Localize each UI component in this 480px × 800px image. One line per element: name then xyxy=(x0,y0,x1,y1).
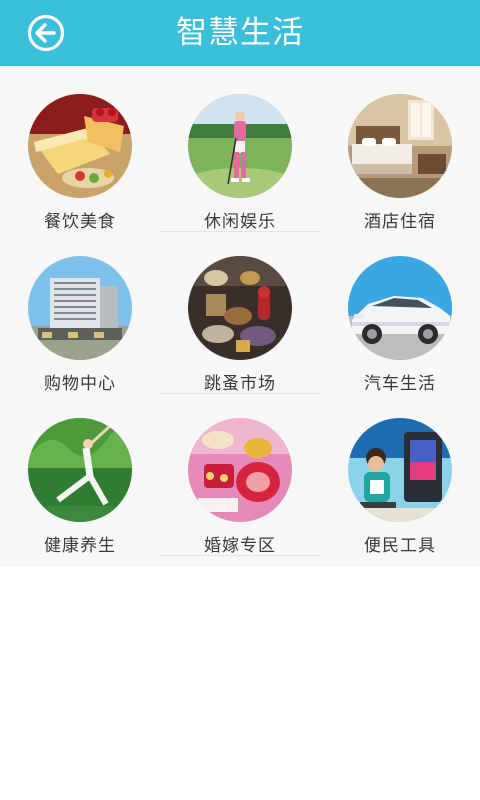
tile-auto[interactable]: 汽车生活 xyxy=(320,228,480,394)
tile-health[interactable]: 健康养生 xyxy=(0,390,160,556)
flea-market-image xyxy=(188,256,292,360)
tile-dining[interactable]: 餐饮美食 xyxy=(0,66,160,232)
app-bar: 智慧生活 xyxy=(0,0,480,66)
tile-divider xyxy=(160,555,320,556)
health-yoga-image xyxy=(28,418,132,522)
leisure-golf-image xyxy=(188,94,292,198)
tile-wedding[interactable]: 婚嫁专区 xyxy=(160,390,320,556)
auto-car-image xyxy=(348,256,452,360)
tile-label: 便民工具 xyxy=(364,536,436,556)
tile-label: 婚嫁专区 xyxy=(204,536,276,556)
wedding-image xyxy=(188,418,292,522)
category-grid: 餐饮美食 休闲娱乐 酒店住宿 购物中心 跳蚤市场 汽车生活 健康养生 婚嫁专区 … xyxy=(0,66,480,567)
tools-kiosk-image xyxy=(348,418,452,522)
shopping-mall-image xyxy=(28,256,132,360)
page-title: 智慧生活 xyxy=(176,15,304,51)
tile-tools[interactable]: 便民工具 xyxy=(320,390,480,556)
tile-leisure[interactable]: 休闲娱乐 xyxy=(160,66,320,232)
tile-flea-market[interactable]: 跳蚤市场 xyxy=(160,228,320,394)
hotel-room-image xyxy=(348,94,452,198)
dining-food-image xyxy=(28,94,132,198)
tile-shopping[interactable]: 购物中心 xyxy=(0,228,160,394)
tile-label: 健康养生 xyxy=(44,536,116,556)
tile-hotel[interactable]: 酒店住宿 xyxy=(320,66,480,232)
